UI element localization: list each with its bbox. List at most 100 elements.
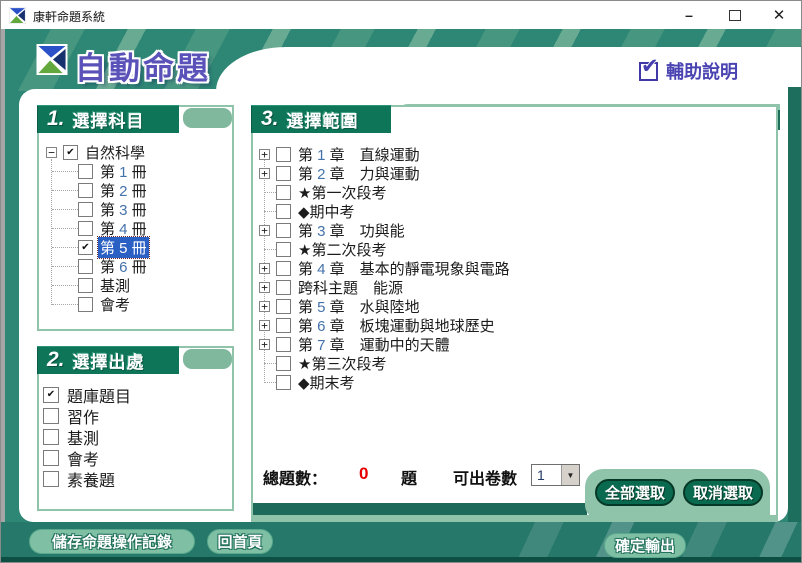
expand-icon[interactable]: + <box>259 168 270 179</box>
tree-connector <box>264 382 276 383</box>
source-option-row: ✔題庫題目 <box>41 384 227 405</box>
checkbox[interactable] <box>276 147 291 162</box>
collapse-icon[interactable]: − <box>46 147 57 158</box>
expand-icon[interactable]: + <box>259 225 270 236</box>
help-toggle[interactable]: ✔ 輔助說明 <box>639 58 738 84</box>
tree-item-label[interactable]: ◆期中考 <box>296 201 357 222</box>
tree-item-label[interactable]: 第 5 冊 <box>98 237 149 258</box>
checkbox[interactable] <box>78 183 93 198</box>
checkbox[interactable] <box>276 242 291 257</box>
tree-item-label[interactable]: 第 2 冊 <box>98 180 149 201</box>
checkbox[interactable] <box>43 450 59 466</box>
tree-row: + 第 3 章 功與能 <box>255 221 770 240</box>
checkbox[interactable] <box>276 280 291 295</box>
tree-item-label[interactable]: 第 4 章 基本的靜電現象與電路 <box>296 258 512 279</box>
combo-dropdown-button[interactable]: ▼ <box>561 465 579 485</box>
checkbox[interactable] <box>276 261 291 276</box>
checkbox[interactable] <box>78 278 93 293</box>
tree-item-label[interactable]: ◆期末考 <box>296 372 357 393</box>
checkbox[interactable] <box>43 429 59 445</box>
tree-item-label[interactable]: 自然科學 <box>83 142 147 163</box>
subject-panel-tab <box>183 108 232 128</box>
tree-row: ◆期中考 <box>255 202 770 221</box>
tree-item-label[interactable]: 第 6 章 板塊運動與地球歷史 <box>296 315 497 336</box>
tree-item-label[interactable]: 第 4 冊 <box>98 218 149 239</box>
tree-item-label[interactable]: 會考 <box>98 294 132 315</box>
help-checkbox[interactable]: ✔ <box>639 62 658 81</box>
step-number: 1. <box>47 107 65 131</box>
checkbox[interactable]: ✔ <box>43 387 59 403</box>
tree-row: ★第三次段考 <box>255 354 770 373</box>
checkbox[interactable] <box>276 299 291 314</box>
source-panel-header: 2. 選擇出處 <box>37 346 179 374</box>
tree-item-label[interactable]: ★第三次段考 <box>296 353 388 374</box>
tree-row: 第 6 冊 <box>41 257 227 276</box>
checkbox[interactable] <box>43 408 59 424</box>
expand-icon[interactable]: + <box>259 282 270 293</box>
tree-row: + 第 5 章 水與陸地 <box>255 297 770 316</box>
tree-connector <box>264 363 276 364</box>
checkbox[interactable] <box>276 318 291 333</box>
checkbox[interactable] <box>78 259 93 274</box>
checkbox[interactable] <box>276 337 291 352</box>
checkbox[interactable] <box>43 471 59 487</box>
checkbox[interactable]: ✔ <box>63 145 78 160</box>
source-option-label[interactable]: 素養題 <box>65 467 117 491</box>
paper-count-select[interactable]: 1 ▼ <box>531 464 580 486</box>
maximize-button[interactable] <box>717 1 753 29</box>
tree-row: + 跨科主題 能源 <box>255 278 770 297</box>
tree-row: 第 1 冊 <box>41 162 227 181</box>
tree-item-label[interactable]: 第 3 章 功與能 <box>296 220 407 241</box>
tree-item-label[interactable]: 第 2 章 力與運動 <box>296 163 422 184</box>
checkbox[interactable] <box>276 204 291 219</box>
checkbox[interactable] <box>78 221 93 236</box>
total-questions-label: 總題數： <box>263 465 327 489</box>
app-window: 康軒命題系統 – ✕ 自動命題 ✔ 輔助說明 1. 選擇科目 2. 選擇出處 3… <box>0 0 802 563</box>
checkbox[interactable] <box>78 297 93 312</box>
tree-item-label[interactable]: 第 7 章 運動中的天體 <box>296 334 452 355</box>
source-panel-tab <box>183 349 232 369</box>
tree-connector <box>52 304 78 305</box>
expand-icon[interactable]: + <box>259 320 270 331</box>
close-button[interactable]: ✕ <box>761 1 797 29</box>
source-option-row: 素養題 <box>41 468 227 489</box>
save-record-button[interactable]: 儲存命題操作記錄 <box>29 529 195 554</box>
tree-item-label[interactable]: ★第一次段考 <box>296 182 388 203</box>
checkbox[interactable] <box>78 164 93 179</box>
confirm-output-button[interactable]: 確定輸出 <box>604 533 686 558</box>
brand-logo <box>36 44 68 75</box>
checkbox[interactable]: ✔ <box>78 240 93 255</box>
footer-bottom-strip <box>1 557 802 563</box>
checkbox[interactable] <box>276 166 291 181</box>
tree-item-label[interactable]: 跨科主題 能源 <box>296 277 405 298</box>
minimize-button[interactable]: – <box>671 1 707 29</box>
tree-connector <box>52 285 78 286</box>
tree-row: 基測 <box>41 276 227 295</box>
expand-icon[interactable]: + <box>259 263 270 274</box>
page-title: 自動命題 <box>75 43 211 88</box>
checkbox[interactable] <box>276 223 291 238</box>
checkbox[interactable] <box>78 202 93 217</box>
tree-row: −✔ 自然科學 <box>41 143 227 162</box>
source-option-row: 會考 <box>41 447 227 468</box>
tree-item-label[interactable]: 第 1 章 直線運動 <box>296 144 422 165</box>
tree-item-label[interactable]: ★第二次段考 <box>296 239 388 260</box>
checkbox[interactable] <box>276 375 291 390</box>
select-all-button[interactable]: 全部選取 <box>595 479 675 506</box>
scope-panel-header: 3. 選擇範圍 <box>251 105 391 133</box>
expand-icon[interactable]: + <box>259 339 270 350</box>
tree-row: ✔ 第 5 冊 <box>41 238 227 257</box>
tree-item-label[interactable]: 第 1 冊 <box>98 161 149 182</box>
home-button[interactable]: 回首頁 <box>207 529 273 554</box>
tree-item-label[interactable]: 第 3 冊 <box>98 199 149 220</box>
maximize-icon <box>729 10 741 21</box>
expand-icon[interactable]: + <box>259 149 270 160</box>
expand-icon[interactable]: + <box>259 301 270 312</box>
tree-item-label[interactable]: 第 5 章 水與陸地 <box>296 296 422 317</box>
checkbox[interactable] <box>276 356 291 371</box>
tree-item-label[interactable]: 基測 <box>98 275 132 296</box>
checkbox[interactable] <box>276 185 291 200</box>
tree-item-label[interactable]: 第 6 冊 <box>98 256 149 277</box>
deselect-button[interactable]: 取消選取 <box>683 479 763 506</box>
source-option-row: 基測 <box>41 426 227 447</box>
